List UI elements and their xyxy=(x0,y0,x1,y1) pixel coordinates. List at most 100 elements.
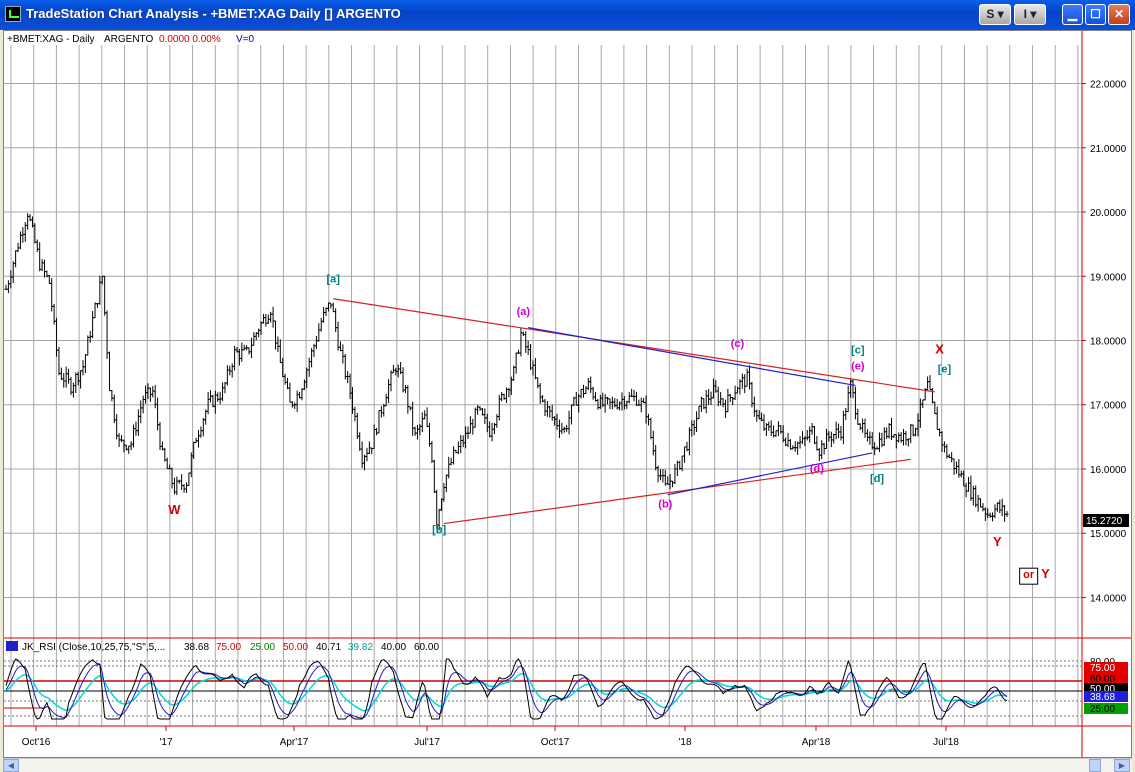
ohlc-bar xyxy=(909,423,913,444)
s-menu-button[interactable]: S ▾ xyxy=(979,4,1011,25)
ohlc-bar xyxy=(569,404,573,425)
ohlc-bar xyxy=(745,368,749,387)
rsi-header-v7: 40.00 xyxy=(381,642,406,653)
price-tick-label: 17.0000 xyxy=(1090,401,1127,412)
ohlc-bar xyxy=(695,411,699,432)
time-tick-label: '17 xyxy=(159,737,172,748)
ohlc-bar xyxy=(317,323,321,342)
ohlc-bar xyxy=(562,426,566,433)
ohlc-bar xyxy=(882,427,886,446)
rsi-study-icon[interactable] xyxy=(6,641,18,651)
ohlc-bar xyxy=(858,423,862,431)
ohlc-bar xyxy=(110,389,114,402)
ohlc-bar xyxy=(856,408,860,426)
chart-area[interactable]: W [a] [b] (a) (b) (c) [c] (e) (d) [d] X [e] Yor Y 22.… xyxy=(3,30,1132,758)
ohlc-bar xyxy=(401,367,405,393)
rsi-header-v3: 25.00 xyxy=(250,642,275,653)
wave-label: [a] xyxy=(327,274,341,286)
ohlc-bar xyxy=(774,430,778,437)
ohlc-bar xyxy=(338,341,342,352)
ohlc-bar xyxy=(163,447,167,462)
rsi-header-v1: 38.68 xyxy=(184,642,209,653)
ohlc-bar xyxy=(885,427,889,439)
ohlc-bar xyxy=(538,383,542,404)
price-tick-label: 22.0000 xyxy=(1090,80,1127,91)
ohlc-bar xyxy=(865,429,869,442)
ohlc-bar xyxy=(74,372,78,394)
price-tick-label: 20.0000 xyxy=(1090,208,1127,219)
ohlc-bar xyxy=(488,421,492,438)
ohlc-bar xyxy=(170,467,174,489)
ohlc-bar xyxy=(132,424,136,448)
ohlc-bar xyxy=(723,399,727,418)
ohlc-bar xyxy=(779,425,783,434)
ohlc-bar xyxy=(278,339,282,364)
ohlc-bar xyxy=(363,454,367,471)
ohlc-bar xyxy=(853,386,857,420)
wave-label: [d] xyxy=(870,473,884,485)
ohlc-bar xyxy=(844,408,848,420)
ohlc-bar xyxy=(548,405,552,418)
wave-label: (b) xyxy=(658,499,672,511)
ohlc-bar xyxy=(326,302,330,312)
ohlc-bar xyxy=(449,457,453,466)
ohlc-bar xyxy=(979,498,983,508)
trendline[interactable] xyxy=(333,298,935,393)
ohlc-bar xyxy=(928,375,932,391)
i-menu-button[interactable]: I ▾ xyxy=(1014,4,1046,25)
time-tick-label: Jul'18 xyxy=(933,737,959,748)
ohlc-bar xyxy=(868,431,872,445)
ohlc-bar xyxy=(767,421,771,431)
ohlc-bar xyxy=(67,368,71,384)
ohlc-bar xyxy=(432,459,436,494)
ohlc-bar xyxy=(341,344,345,364)
close-icon[interactable]: ✕ xyxy=(1108,4,1130,25)
ohlc-bar xyxy=(964,482,968,498)
ohlc-bar xyxy=(531,360,535,376)
ohlc-bar xyxy=(894,434,898,449)
maximize-icon[interactable]: ☐ xyxy=(1085,4,1106,25)
ohlc-bar xyxy=(897,432,901,443)
rsi-header-study: JK_RSI (Close,10,25,75,"S",5,... xyxy=(22,642,165,653)
minimize-icon[interactable]: ▁ xyxy=(1062,4,1083,25)
ohlc-bar xyxy=(1003,504,1007,522)
ohlc-bar xyxy=(247,347,251,355)
wave-label: X xyxy=(935,341,944,356)
ohlc-bar xyxy=(86,335,90,356)
time-tick-label: Oct'16 xyxy=(22,737,51,748)
ohlc-bar xyxy=(105,310,109,359)
app-chart-icon[interactable] xyxy=(5,6,21,22)
rsi-header-v4: 50.00 xyxy=(283,642,308,653)
wave-label: [b] xyxy=(432,524,446,536)
scroll-thumb[interactable] xyxy=(1089,759,1101,772)
ohlc-bar xyxy=(230,363,234,378)
ohlc-bar xyxy=(557,419,561,439)
ohlc-bar xyxy=(213,390,217,414)
ohlc-bar xyxy=(261,313,265,324)
ohlc-bar xyxy=(776,421,780,437)
ohlc-bar xyxy=(671,480,675,488)
ohlc-bar xyxy=(634,391,638,407)
ohlc-bar xyxy=(526,340,530,355)
ohlc-bar xyxy=(904,430,908,446)
ohlc-bar xyxy=(632,389,636,402)
ohlc-bar xyxy=(71,382,75,398)
ohlc-bar xyxy=(950,452,954,463)
horizontal-scrollbar[interactable]: ◀ ▶ xyxy=(3,758,1132,772)
ohlc-bar xyxy=(969,475,973,501)
ohlc-bar xyxy=(683,446,687,463)
ohlc-bar xyxy=(743,374,747,394)
price-chart[interactable]: W [a] [b] (a) (b) (c) [c] (e) (d) [d] X [e] Yor Y 22.… xyxy=(4,31,1131,757)
ohlc-bar xyxy=(334,308,338,332)
ohlc-bar xyxy=(521,331,525,336)
ohlc-bar xyxy=(355,412,359,440)
ohlc-bar xyxy=(103,275,107,316)
rsi-axis-label: 75.00 xyxy=(1090,663,1115,674)
ohlc-bar xyxy=(413,426,417,436)
ohlc-bar xyxy=(307,357,311,377)
ohlc-bar xyxy=(610,396,614,410)
scroll-right-icon[interactable]: ▶ xyxy=(1114,759,1130,772)
scroll-left-icon[interactable]: ◀ xyxy=(3,759,19,772)
ohlc-bar xyxy=(687,427,691,456)
trendline[interactable] xyxy=(667,452,873,496)
